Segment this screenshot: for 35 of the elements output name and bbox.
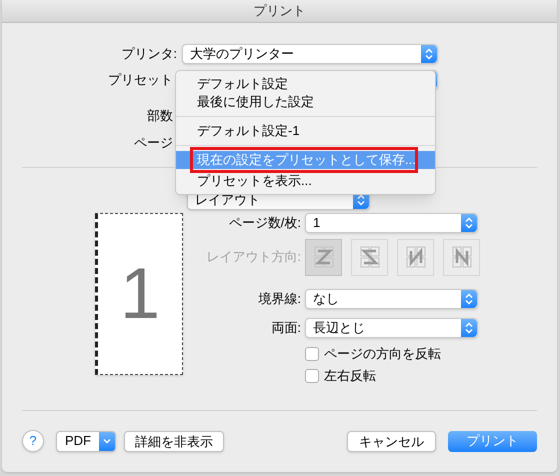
cancel-button[interactable]: キャンセル — [347, 430, 436, 452]
field-label: プリンタ: — [120, 45, 178, 64]
pdf-button[interactable]: PDF — [56, 430, 116, 452]
stepper-icon — [461, 290, 477, 308]
menu-item[interactable]: 最後に使用した設定 — [176, 93, 435, 111]
field-label: 両面: — [270, 319, 302, 338]
field-label: ページ — [134, 134, 173, 152]
window-title: プリント — [254, 2, 306, 20]
field-label: 部数 — [147, 107, 173, 126]
checkbox[interactable] — [305, 369, 319, 383]
field-label: 境界線: — [257, 290, 302, 308]
checkbox-label: ページの方向を反転 — [324, 345, 441, 364]
field-label: ページ数/枚: — [228, 214, 302, 232]
caret-icon — [99, 432, 115, 450]
layout-direction-icon — [312, 245, 334, 269]
stepper-icon — [421, 45, 437, 63]
layout-direction-icon — [358, 245, 380, 269]
pages-per-sheet-popup[interactable]: 1 — [305, 213, 478, 233]
two-sided-popup[interactable]: 長辺とじ — [305, 318, 478, 338]
checkbox[interactable] — [305, 347, 319, 361]
help-button[interactable]: ? — [22, 430, 44, 452]
menu-item[interactable]: デフォルト設定 — [176, 75, 435, 93]
border-popup[interactable]: なし — [305, 289, 478, 309]
layout-direction-icon — [450, 245, 472, 269]
field-label: プリセット — [108, 71, 173, 90]
stepper-icon — [461, 319, 477, 337]
printer-popup[interactable]: 大学のプリンター — [182, 44, 438, 64]
checkbox-label: 左右反転 — [324, 367, 376, 386]
layout-direction-icon — [404, 245, 426, 269]
field-label: レイアウト方向: — [205, 248, 302, 266]
stepper-icon — [461, 214, 477, 232]
menu-item[interactable]: デフォルト設定-1 — [176, 122, 435, 140]
menu-item[interactable]: プリセットを表示... — [176, 172, 435, 190]
hide-details-button[interactable]: 詳細を非表示 — [124, 430, 224, 452]
page-number: 1 — [120, 253, 160, 336]
